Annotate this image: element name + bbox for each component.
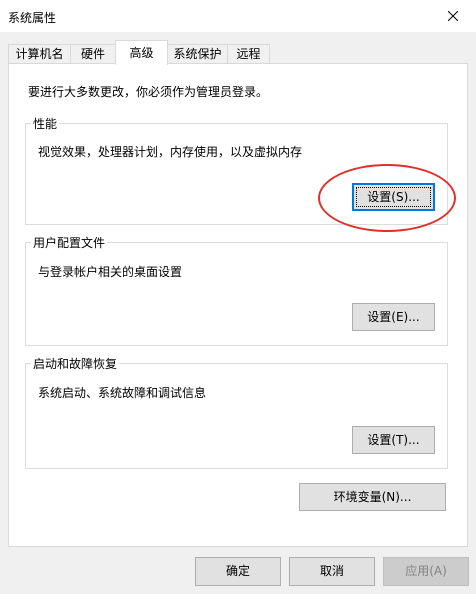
ok-button[interactable]: 确定 (195, 557, 281, 586)
user-profiles-title: 用户配置文件 (31, 234, 108, 251)
performance-title: 性能 (31, 115, 60, 132)
environment-variables-button[interactable]: 环境变量(N)... (299, 483, 446, 511)
tab-advanced[interactable]: 高级 (115, 40, 168, 65)
performance-group: 性能 视觉效果，处理器计划，内存使用，以及虚拟内存 设置(S)... (25, 115, 448, 225)
tab-system-protection[interactable]: 系统保护 (167, 44, 228, 63)
tab-remote[interactable]: 远程 (227, 44, 270, 63)
close-icon (448, 11, 458, 21)
user-profiles-settings-button[interactable]: 设置(E)... (352, 303, 435, 331)
admin-notice: 要进行大多数更改，你必须作为管理员登录。 (28, 85, 269, 99)
title-bar: 系统属性 (0, 0, 476, 32)
close-button[interactable] (430, 0, 476, 32)
tab-panel-advanced: 要进行大多数更改，你必须作为管理员登录。 性能 视觉效果，处理器计划，内存使用，… (8, 63, 468, 547)
window-title: 系统属性 (8, 11, 57, 25)
performance-settings-button[interactable]: 设置(S)... (352, 183, 435, 211)
user-profiles-group: 用户配置文件 与登录帐户相关的桌面设置 设置(E)... (25, 234, 448, 346)
user-profiles-description: 与登录帐户相关的桌面设置 (38, 265, 183, 279)
tab-hardware[interactable]: 硬件 (70, 44, 116, 63)
startup-recovery-group: 启动和故障恢复 系统启动、系统故障和调试信息 设置(T)... (25, 355, 448, 469)
startup-recovery-settings-button[interactable]: 设置(T)... (352, 426, 435, 454)
cancel-button[interactable]: 取消 (289, 557, 375, 586)
startup-recovery-title: 启动和故障恢复 (31, 355, 120, 372)
tab-computer-name[interactable]: 计算机名 (8, 44, 71, 63)
startup-recovery-description: 系统启动、系统故障和调试信息 (38, 386, 207, 400)
apply-button[interactable]: 应用(A) (383, 557, 469, 586)
performance-description: 视觉效果，处理器计划，内存使用，以及虚拟内存 (38, 145, 303, 159)
